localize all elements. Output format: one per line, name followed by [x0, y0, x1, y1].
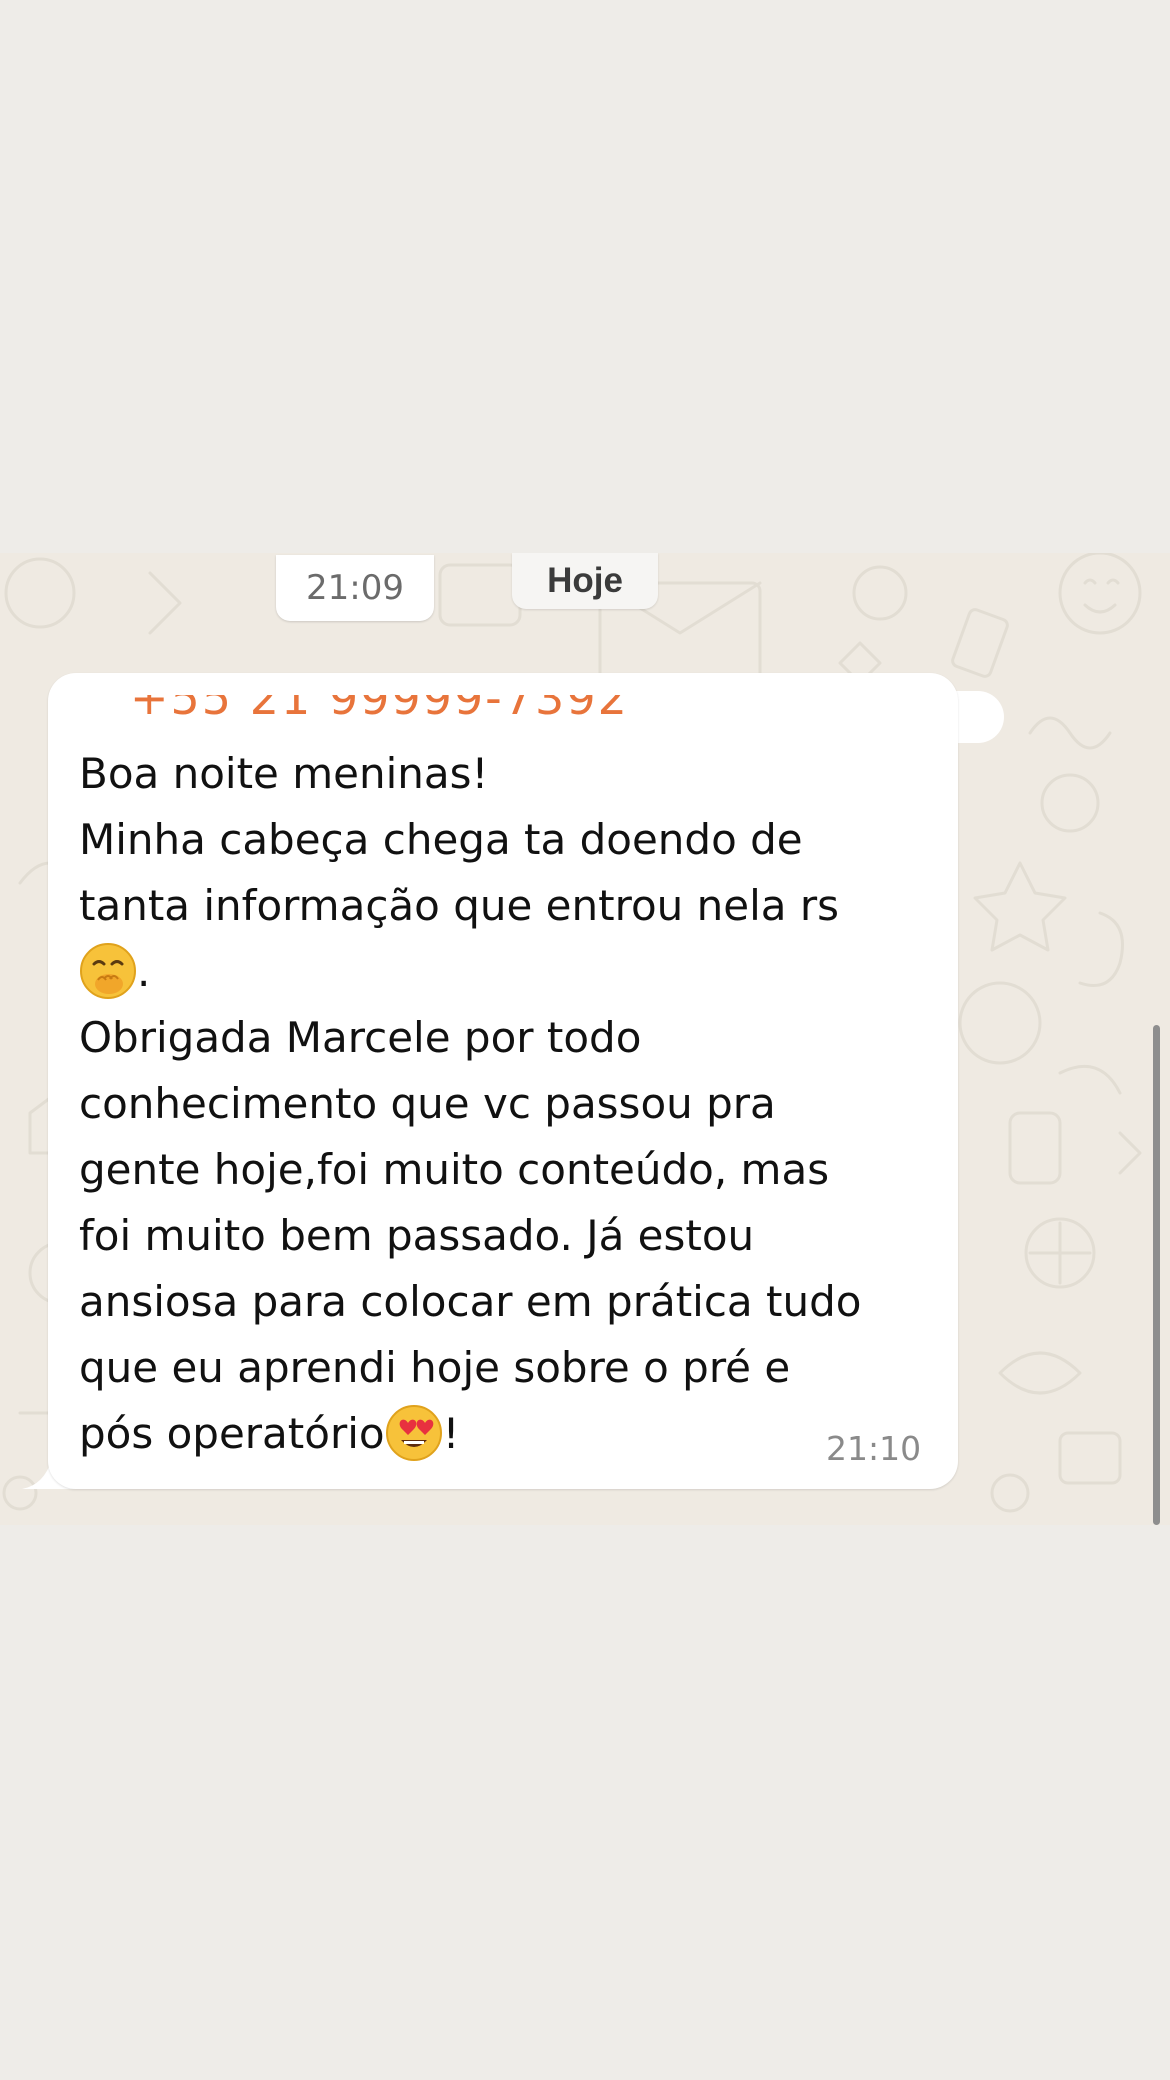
sender-name-text: +55 21 99999-7392 — [130, 695, 629, 719]
message-line: conhecimento que vc passou pra — [79, 1079, 776, 1128]
scrollbar[interactable] — [1153, 1025, 1160, 1525]
previous-timestamp: 21:09 — [306, 568, 404, 608]
heart-eyes-face-icon — [385, 1405, 442, 1461]
message-line: ansiosa para colocar em prática tudo — [79, 1277, 862, 1326]
message-text: Boa noite meninas! Minha cabeça chega ta… — [79, 741, 939, 1467]
date-label: Hoje — [547, 561, 623, 600]
message-line: tanta informação que entrou nela rs — [79, 881, 839, 930]
message-exclamation: ! — [442, 1409, 460, 1458]
message-line: pós operatório — [79, 1409, 385, 1458]
message-line-last: pós operatório ! — [79, 1401, 939, 1467]
sender-name[interactable]: +55 21 99999-7392 — [130, 695, 629, 719]
previous-timestamp-pill: 21:09 — [276, 555, 434, 621]
message-line-emoji: . — [79, 939, 939, 1005]
message-line: Minha cabeça chega ta doendo de — [79, 815, 803, 864]
message-line: foi muito bem passado. Já estou — [79, 1211, 755, 1260]
message-line: que eu aprendi hoje sobre o pré e — [79, 1343, 791, 1392]
chat-area[interactable]: 21:09 Hoje +55 21 99999-7392 Boa noite m… — [0, 553, 1170, 1525]
message-dot: . — [137, 947, 151, 996]
date-separator: Hoje — [512, 553, 658, 609]
message-line: Obrigada Marcele por todo — [79, 1013, 642, 1062]
message-line: Boa noite meninas! — [79, 749, 489, 798]
message-timestamp: 21:10 — [826, 1429, 922, 1468]
face-with-hand-over-mouth-icon — [80, 943, 136, 999]
message-line: gente hoje,foi muito conteúdo, mas — [79, 1145, 830, 1194]
